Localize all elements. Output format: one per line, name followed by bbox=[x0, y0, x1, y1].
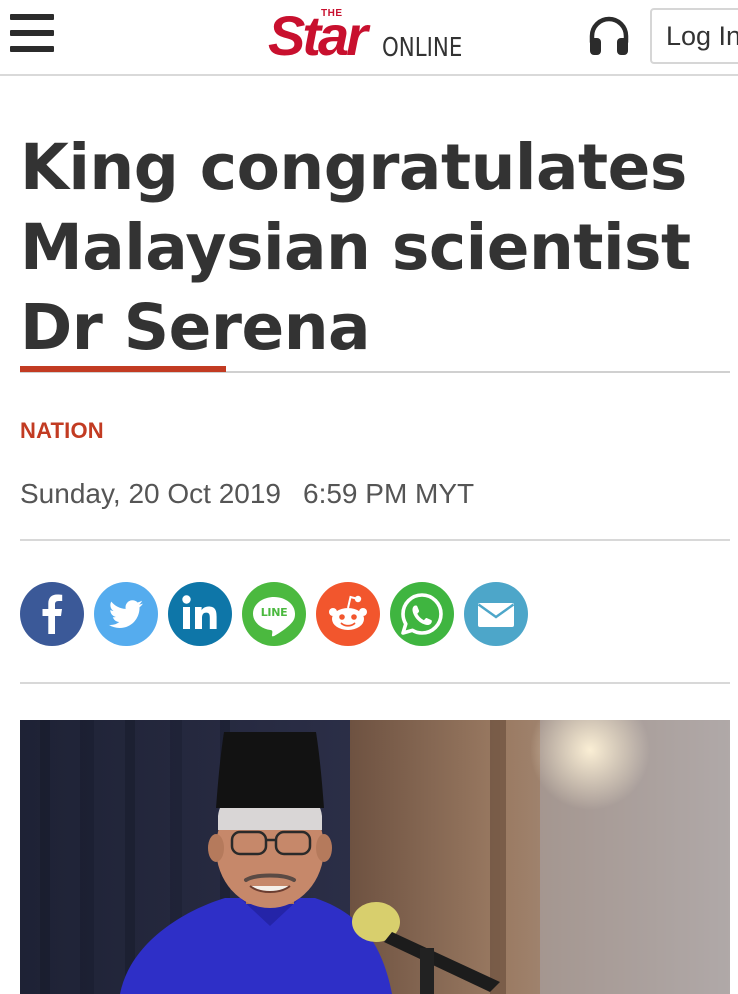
share-facebook-button[interactable] bbox=[20, 582, 84, 646]
twitter-icon bbox=[108, 600, 143, 628]
article-photo bbox=[20, 720, 730, 994]
share-linkedin-button[interactable] bbox=[168, 582, 232, 646]
reddit-icon bbox=[329, 595, 367, 630]
login-button[interactable]: Log In bbox=[650, 8, 738, 64]
article-title-line-1: King congratulates bbox=[20, 131, 687, 204]
share-whatsapp-button[interactable] bbox=[390, 582, 454, 646]
category-link[interactable]: NATION bbox=[20, 418, 104, 444]
title-accent-bar bbox=[20, 366, 226, 372]
share-email-button[interactable] bbox=[464, 582, 528, 646]
hamburger-menu-icon[interactable] bbox=[10, 14, 54, 54]
logo-the-text: THE bbox=[321, 8, 343, 19]
the-star-online-logo[interactable]: Star THE ONLINE bbox=[268, 6, 484, 66]
article-title-line-3: Dr Serena bbox=[20, 291, 371, 364]
article-date: Sunday, 20 Oct 2019 bbox=[20, 478, 281, 509]
article-title-line-2: Malaysian scientist bbox=[20, 211, 691, 284]
logo-star-text: Star bbox=[268, 4, 368, 67]
facebook-icon bbox=[42, 594, 63, 634]
share-divider bbox=[20, 682, 730, 684]
meta-divider bbox=[20, 539, 730, 541]
email-icon bbox=[477, 603, 515, 627]
line-icon-label: LINE bbox=[260, 606, 288, 619]
headphones-icon[interactable] bbox=[586, 14, 632, 56]
share-twitter-button[interactable] bbox=[94, 582, 158, 646]
article-dateline: Sunday, 20 Oct 2019 6:59 PM MYT bbox=[20, 478, 474, 510]
article-title: King congratulates Malaysian scientist D… bbox=[20, 128, 720, 368]
share-line-button[interactable]: LINE bbox=[242, 582, 306, 646]
share-reddit-button[interactable] bbox=[316, 582, 380, 646]
logo-online-text: ONLINE bbox=[382, 33, 463, 63]
linkedin-icon bbox=[182, 595, 217, 629]
article-time: 6:59 PM MYT bbox=[303, 478, 475, 509]
whatsapp-icon bbox=[401, 593, 443, 635]
site-header: Star THE ONLINE Log In bbox=[0, 0, 738, 76]
